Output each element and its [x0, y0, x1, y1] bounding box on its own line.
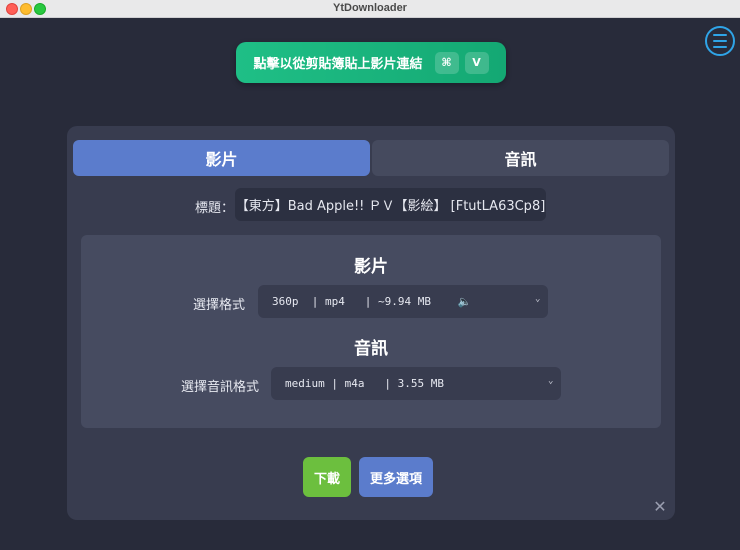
v-key-badge: V [464, 51, 489, 74]
window-title: YtDownloader [333, 2, 407, 14]
command-key-icon: ⌘ [434, 51, 459, 74]
hamburger-menu-icon[interactable] [705, 26, 735, 56]
title-bar: YtDownloader [0, 0, 740, 18]
more-options-button[interactable]: 更多選項 [359, 457, 433, 497]
chevron-down-icon: ⌄ [535, 294, 541, 304]
video-format-label: 選擇格式 [193, 298, 246, 313]
paste-from-clipboard-button[interactable]: 點擊以從剪貼簿貼上影片連結 ⌘ V [236, 42, 506, 83]
audio-section-heading: 音訊 [354, 339, 388, 359]
tab-video[interactable]: 影片 [73, 140, 370, 176]
audio-format-value: medium | m4a | 3.55 MB [285, 377, 444, 390]
paste-button-label: 點擊以從剪貼簿貼上影片連結 [253, 57, 423, 72]
audio-format-select[interactable]: medium | m4a | 3.55 MB ⌄ [271, 367, 561, 400]
audio-format-label: 選擇音訊格式 [181, 380, 260, 395]
close-icon[interactable]: ✕ [653, 499, 667, 515]
mute-speaker-icon: 🔈 [457, 295, 472, 308]
download-button[interactable]: 下載 [303, 457, 351, 497]
video-format-value: 360p | mp4 | ~9.94 MB [272, 295, 458, 308]
mode-tabs: 影片 音訊 [73, 140, 669, 176]
video-format-select[interactable]: 360p | mp4 | ~9.94 MB 🔈 ⌄ [258, 285, 548, 318]
video-section-heading: 影片 [354, 257, 388, 277]
tab-audio[interactable]: 音訊 [372, 140, 669, 176]
main-card: 影片 音訊 標題： 【東方】Bad Apple!! ＰＶ【影絵】 [FtutLA… [67, 126, 675, 520]
video-title-field[interactable]: 【東方】Bad Apple!! ＰＶ【影絵】 [FtutLA63Cp8] [235, 188, 546, 221]
format-panel: 影片 選擇格式 360p | mp4 | ~9.94 MB 🔈 ⌄ 音訊 選擇音… [81, 235, 661, 428]
title-row: 標題： 【東方】Bad Apple!! ＰＶ【影絵】 [FtutLA63Cp8] [67, 188, 675, 222]
title-label: 標題： [195, 201, 235, 216]
chevron-down-icon: ⌄ [548, 376, 554, 386]
